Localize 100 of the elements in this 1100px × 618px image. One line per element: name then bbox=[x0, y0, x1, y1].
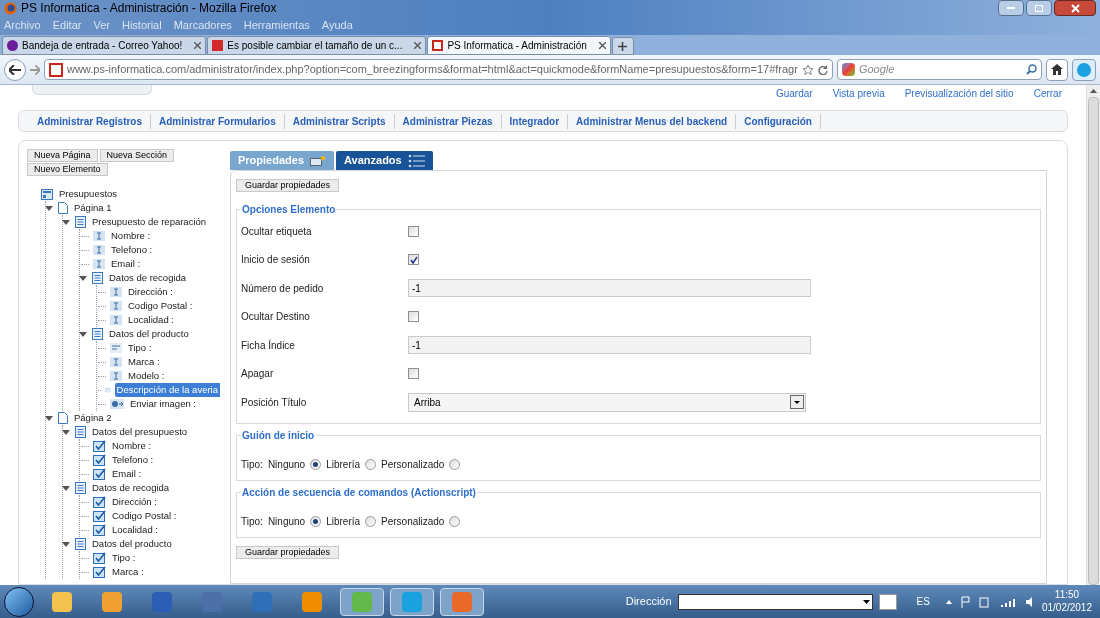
tree-item[interactable]: Email : bbox=[109, 256, 143, 272]
tree-item[interactable]: Marca : bbox=[126, 354, 162, 370]
star-icon[interactable] bbox=[801, 63, 814, 76]
search-field[interactable]: Google bbox=[836, 59, 1043, 80]
browser-tab[interactable]: PS Informatica - Administración bbox=[427, 36, 611, 55]
expanded-arrow-icon[interactable] bbox=[62, 218, 70, 226]
panel-tab[interactable]: Avanzados bbox=[336, 151, 433, 170]
restore-button[interactable] bbox=[1026, 0, 1052, 16]
expanded-arrow-icon[interactable] bbox=[79, 274, 87, 282]
tree-item[interactable]: Telefono : bbox=[110, 452, 156, 468]
tree-item[interactable]: Codigo Postal : bbox=[126, 298, 195, 314]
search-icon[interactable] bbox=[1026, 64, 1038, 75]
search-input[interactable]: Google bbox=[858, 61, 1023, 78]
taskbar-app-icon[interactable] bbox=[340, 587, 384, 616]
tree-item[interactable]: Modelo : bbox=[126, 368, 167, 384]
tree-item[interactable]: Tipo : bbox=[110, 550, 138, 566]
expanded-arrow-icon[interactable] bbox=[45, 204, 53, 212]
close-icon[interactable] bbox=[194, 42, 202, 49]
checked-field-icon bbox=[93, 524, 106, 536]
tree-item[interactable]: Datos de recogida bbox=[90, 480, 172, 496]
checked-field-icon bbox=[93, 454, 106, 466]
radio-button[interactable] bbox=[310, 515, 322, 527]
tree-item[interactable]: Página 1 bbox=[72, 200, 114, 216]
address-field[interactable] bbox=[677, 593, 873, 610]
close-icon[interactable] bbox=[414, 42, 422, 49]
go-button[interactable] bbox=[878, 593, 897, 610]
browser-tab[interactable]: Bandeja de entrada - Correo Yahoo! bbox=[2, 36, 207, 55]
dropdown[interactable]: Arriba bbox=[408, 392, 806, 412]
address-bar[interactable]: www.ps-informatica.com/administrator/index.php?option=com_breezingforms&format=html&act=quickmode&formName=presupuestos&form=17#fragr bbox=[44, 59, 833, 80]
expanded-arrow-icon[interactable] bbox=[62, 484, 70, 492]
language-indicator[interactable]: ES bbox=[916, 594, 930, 609]
tree-item[interactable]: Marca : bbox=[110, 564, 146, 580]
menu-link[interactable]: Administrar Piezas bbox=[394, 113, 502, 129]
tree-item[interactable]: Datos del producto bbox=[107, 326, 191, 342]
radio-button[interactable] bbox=[310, 458, 322, 470]
checkbox[interactable] bbox=[408, 368, 419, 380]
radio-button[interactable] bbox=[449, 515, 461, 527]
checkbox[interactable] bbox=[408, 225, 419, 237]
save-button[interactable]: Guardar propiedades bbox=[236, 179, 340, 192]
menu-link[interactable]: Integrador bbox=[501, 113, 569, 129]
back-button[interactable] bbox=[4, 58, 26, 81]
expanded-arrow-icon[interactable] bbox=[62, 540, 70, 548]
close-icon[interactable] bbox=[598, 42, 606, 49]
expanded-arrow-icon[interactable] bbox=[45, 414, 53, 422]
tree-item[interactable]: Localidad : bbox=[126, 312, 176, 328]
menu-link[interactable]: Administrar Registros bbox=[29, 113, 152, 129]
menu-link[interactable]: Administrar Scripts bbox=[284, 113, 395, 129]
tree-item[interactable]: Dirección : bbox=[126, 284, 175, 300]
checkbox[interactable] bbox=[408, 311, 419, 323]
tree-button[interactable]: Nuevo Elemento bbox=[27, 163, 108, 176]
dropdown-arrow-icon[interactable] bbox=[862, 599, 870, 604]
tree-item[interactable]: Tipo : bbox=[126, 340, 154, 356]
expanded-arrow-icon[interactable] bbox=[62, 428, 70, 436]
scrollbar[interactable] bbox=[1086, 85, 1100, 585]
input-field[interactable]: -1 bbox=[408, 336, 811, 355]
tree-item[interactable]: Enviar imagen : bbox=[128, 396, 198, 412]
close-button[interactable] bbox=[1054, 0, 1096, 16]
scroll-up-icon[interactable] bbox=[1090, 89, 1097, 93]
toolbar-link[interactable]: Previsualización del sitio bbox=[904, 86, 1014, 101]
taskbar-app-icon[interactable] bbox=[390, 587, 434, 616]
tree-item[interactable]: Presupuesto de reparación bbox=[90, 214, 209, 230]
input-field[interactable]: -1 bbox=[408, 279, 811, 298]
tree-item[interactable]: Localidad : bbox=[110, 522, 160, 538]
browser-tab[interactable]: Es posible cambiar el tamaño de un c... bbox=[207, 36, 427, 55]
tree-item[interactable]: Descripción de la averia bbox=[114, 382, 220, 398]
text-field-icon bbox=[93, 259, 105, 269]
tree-item[interactable]: Email : bbox=[110, 466, 144, 482]
taskbar-app-icon[interactable] bbox=[440, 587, 484, 616]
tree-item[interactable]: Codigo Postal : bbox=[110, 508, 179, 524]
start-button[interactable] bbox=[4, 586, 34, 617]
tree-item[interactable]: Datos de recogida bbox=[107, 270, 189, 286]
toolbar-link[interactable]: Guardar bbox=[775, 86, 813, 101]
tree-item[interactable]: Datos del presupuesto bbox=[90, 424, 190, 440]
home-button[interactable] bbox=[1046, 58, 1069, 81]
back-arrow-icon bbox=[9, 64, 21, 75]
tree-item[interactable]: Dirección : bbox=[110, 494, 159, 510]
checkbox[interactable] bbox=[408, 254, 419, 266]
menu-link[interactable]: Configuración bbox=[736, 113, 821, 129]
tree-item[interactable]: Página 2 bbox=[72, 410, 114, 426]
radio-button[interactable] bbox=[365, 458, 377, 470]
tree-button[interactable]: Nueva Página bbox=[27, 149, 98, 162]
menu-link[interactable]: Administrar Menus del backend bbox=[568, 113, 737, 129]
radio-button[interactable] bbox=[365, 515, 377, 527]
expanded-arrow-icon[interactable] bbox=[79, 330, 87, 338]
toolbar-link[interactable]: Vista previa bbox=[832, 86, 885, 101]
search-engine-icon[interactable] bbox=[841, 63, 855, 76]
tree-item[interactable]: Datos del producto bbox=[90, 536, 174, 552]
field-label: Ficha Índice bbox=[241, 338, 296, 353]
tree-item[interactable]: Nombre : bbox=[110, 438, 154, 454]
minimize-button[interactable] bbox=[998, 0, 1024, 16]
tree-item[interactable]: Presupuestos bbox=[57, 186, 120, 202]
toolbar-link[interactable]: Cerrar bbox=[1033, 86, 1062, 101]
tree-item[interactable]: Telefono : bbox=[109, 242, 155, 258]
reload-icon[interactable] bbox=[817, 64, 828, 75]
save-button[interactable]: Guardar propiedades bbox=[236, 545, 340, 559]
radio-button[interactable] bbox=[449, 458, 461, 470]
tree-button[interactable]: Nueva Sección bbox=[99, 149, 175, 162]
new-tab-button[interactable] bbox=[611, 37, 634, 55]
menu-link[interactable]: Administrar Formularios bbox=[151, 113, 285, 129]
tree-item[interactable]: Nombre : bbox=[109, 228, 153, 244]
